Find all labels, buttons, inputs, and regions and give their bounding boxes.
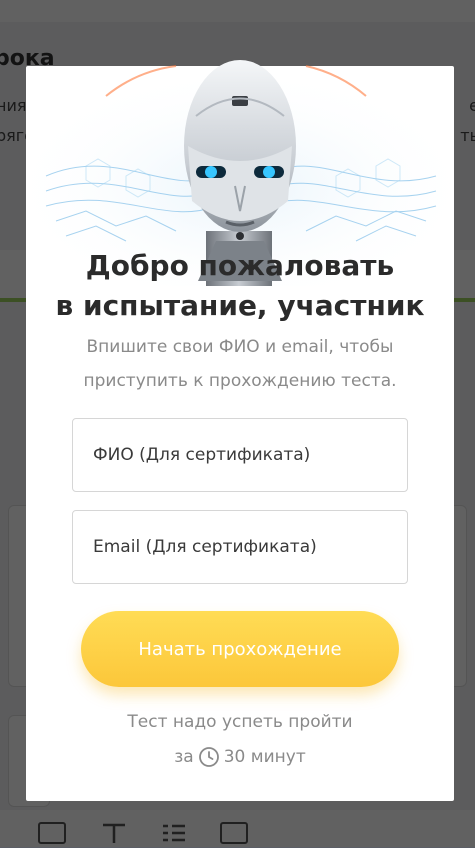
background-text: е <box>469 96 475 115</box>
modal-subtitle: Впишите свои ФИО и email, чтобы приступи… <box>26 330 454 398</box>
full-name-field[interactable] <box>72 418 408 492</box>
text-icon <box>100 822 128 844</box>
title-line: Добро пожаловать <box>85 249 395 282</box>
image-icon <box>38 822 66 844</box>
video-icon <box>220 822 248 844</box>
time-limit: за 30 минут <box>26 746 454 768</box>
subtitle-line: Впишите свои ФИО и email, чтобы <box>86 337 394 357</box>
background-text: ния <box>0 96 27 115</box>
start-test-button[interactable]: Начать прохождение <box>81 611 399 687</box>
time-value: 30 минут <box>223 747 306 767</box>
background-text: ть <box>460 126 475 145</box>
time-note: Тест надо успеть пройти <box>127 712 353 732</box>
title-line: в испытание, участник <box>55 289 425 322</box>
welcome-modal: Добро пожаловать в испытание, участник В… <box>26 60 454 801</box>
clock-icon <box>198 747 219 767</box>
time-prefix: за <box>174 747 194 767</box>
background-topbar <box>0 0 475 22</box>
email-field[interactable] <box>72 510 408 584</box>
subtitle-line: приступить к прохождению теста. <box>83 371 397 391</box>
list-icon <box>160 822 188 844</box>
modal-title: Добро пожаловать в испытание, участник <box>26 246 454 326</box>
